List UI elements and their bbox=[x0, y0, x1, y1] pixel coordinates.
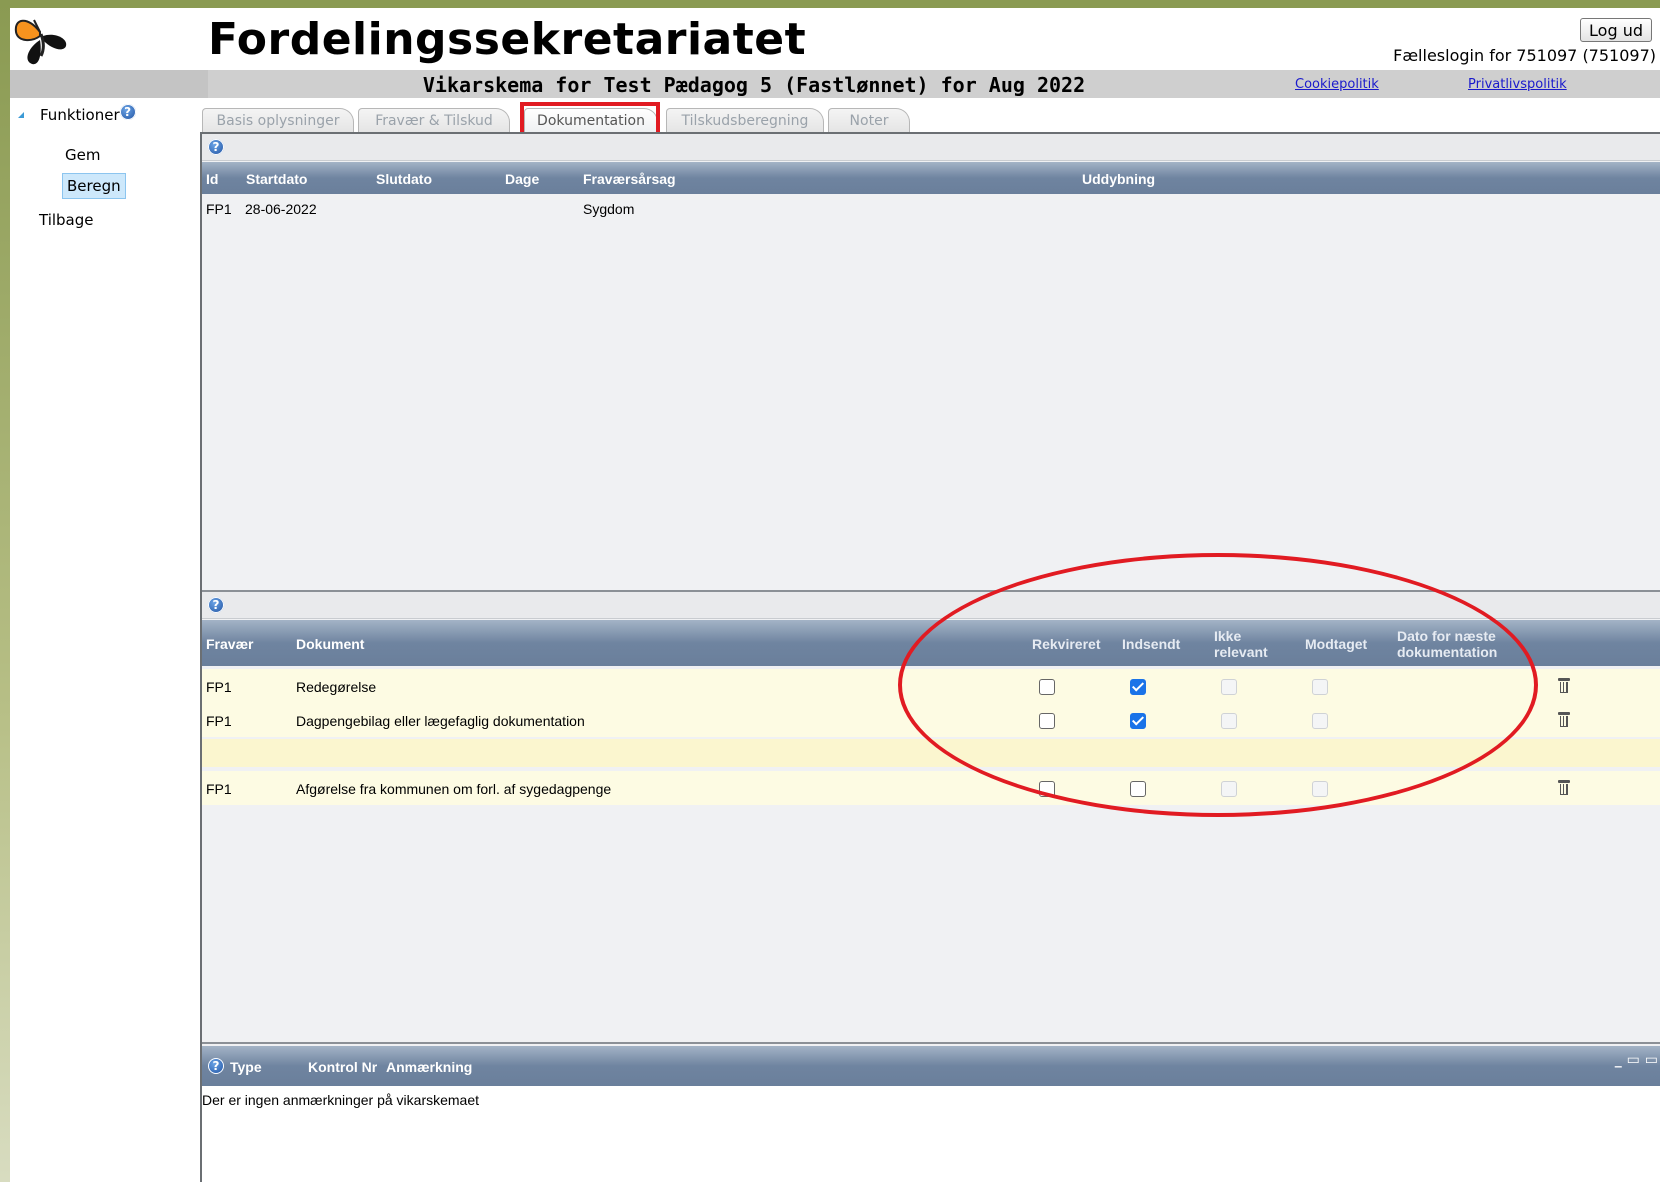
requested-checkbox[interactable] bbox=[1039, 781, 1055, 797]
butterfly-logo bbox=[14, 19, 67, 65]
help-icon[interactable]: ? bbox=[208, 1058, 224, 1074]
table-row[interactable]: FP1 Redegørelse bbox=[202, 669, 1660, 703]
logout-button[interactable]: Log ud bbox=[1580, 18, 1652, 42]
not-relevant-checkbox bbox=[1221, 713, 1237, 729]
col-rekvireret[interactable]: Rekvireret bbox=[1032, 636, 1101, 652]
col-anmaerkning[interactable]: Anmærkning bbox=[386, 1059, 472, 1075]
trash-icon[interactable] bbox=[1558, 712, 1570, 728]
main-panel: ? Id Startdato Slutdato Dage Fraværsårsa… bbox=[200, 132, 1660, 1182]
notes-body: Der er ingen anmærkninger på vikarskemae… bbox=[202, 1086, 1660, 1182]
absence-start: 28-06-2022 bbox=[245, 201, 317, 217]
not-relevant-checkbox bbox=[1221, 781, 1237, 797]
doc-absence: FP1 bbox=[206, 781, 232, 797]
received-checkbox bbox=[1312, 781, 1328, 797]
not-relevant-checkbox bbox=[1221, 679, 1237, 695]
sent-checkbox[interactable] bbox=[1130, 713, 1146, 729]
sidebar: Funktioner? Gem Beregn Tilbage bbox=[10, 100, 200, 500]
notes-grid-header: ? Type Kontrol Nr Anmærkning _ ▭ ▭ bbox=[202, 1046, 1660, 1086]
absence-toolbar: ? bbox=[202, 134, 1660, 161]
requested-checkbox[interactable] bbox=[1039, 679, 1055, 695]
doc-absence: FP1 bbox=[206, 713, 232, 729]
login-info: Fælleslogin for 751097 (751097) bbox=[1393, 46, 1656, 65]
table-row-spacer bbox=[202, 739, 1660, 767]
doc-name: Redegørelse bbox=[296, 679, 377, 695]
col-type[interactable]: Type bbox=[230, 1059, 262, 1075]
table-row[interactable]: FP1 28-06-2022 Sygdom bbox=[202, 196, 1660, 220]
col-ikke[interactable]: Ikke bbox=[1214, 628, 1241, 644]
col-fravaersarsag[interactable]: Fraværsårsag bbox=[583, 171, 676, 187]
sidebar-heading: Funktioner? bbox=[40, 104, 136, 124]
sidebar-item-gem[interactable]: Gem bbox=[65, 146, 100, 164]
sidebar-heading-label: Funktioner bbox=[40, 106, 120, 124]
received-checkbox bbox=[1312, 679, 1328, 695]
table-row[interactable]: FP1 Dagpengebilag eller lægefaglig dokum… bbox=[202, 703, 1660, 737]
tab-dokumentation[interactable]: Dokumentation bbox=[524, 108, 658, 133]
absence-id: FP1 bbox=[206, 201, 232, 217]
documents-toolbar: ? bbox=[202, 592, 1660, 619]
trash-icon[interactable] bbox=[1558, 678, 1570, 694]
col-indsendt[interactable]: Indsendt bbox=[1122, 636, 1180, 652]
absence-grid-header: Id Startdato Slutdato Dage Fraværsårsag … bbox=[202, 162, 1660, 194]
privacy-policy-link[interactable]: Privatlivspolitik bbox=[1468, 77, 1567, 92]
col-dato-for-naeste[interactable]: Dato for næste bbox=[1397, 628, 1496, 644]
sent-checkbox[interactable] bbox=[1130, 781, 1146, 797]
app-window: Fordelingssekretariatet Log ud Fælleslog… bbox=[10, 8, 1660, 1182]
doc-name: Dagpengebilag eller lægefaglig dokumenta… bbox=[296, 713, 585, 729]
app-title: Fordelingssekretariatet bbox=[208, 14, 807, 65]
tab-bar: Basis oplysninger Fravær & Tilskud Dokum… bbox=[198, 102, 1660, 136]
splitter[interactable] bbox=[202, 1042, 1660, 1044]
col-fravaer[interactable]: Fravær bbox=[206, 636, 253, 652]
doc-name: Afgørelse fra kommunen om forl. af syged… bbox=[296, 781, 612, 797]
documents-grid-header: Fravær Dokument Rekvireret Indsendt Ikke… bbox=[202, 620, 1660, 666]
absence-reason: Sygdom bbox=[583, 201, 635, 217]
header: Fordelingssekretariatet Log ud Fælleslog… bbox=[10, 8, 1660, 70]
col-relevant[interactable]: relevant bbox=[1214, 644, 1268, 660]
tab-fravaer-tilskud[interactable]: Fravær & Tilskud bbox=[358, 108, 510, 133]
tab-noter[interactable]: Noter bbox=[828, 108, 910, 133]
col-uddybning[interactable]: Uddybning bbox=[1082, 171, 1155, 187]
tab-tilskudsberegning[interactable]: Tilskudsberegning bbox=[666, 108, 824, 133]
col-kontrol-nr[interactable]: Kontrol Nr bbox=[308, 1059, 377, 1075]
subtitle-bar: Vikarskema for Test Pædagog 5 (Fastlønne… bbox=[10, 70, 1660, 98]
notes-empty-message: Der er ingen anmærkninger på vikarskemae… bbox=[202, 1092, 480, 1108]
window-controls[interactable]: _ ▭ ▭ bbox=[1615, 1052, 1658, 1068]
sidebar-item-beregn[interactable]: Beregn bbox=[62, 173, 126, 199]
received-checkbox bbox=[1312, 713, 1328, 729]
sent-checkbox[interactable] bbox=[1130, 679, 1146, 695]
requested-checkbox[interactable] bbox=[1039, 713, 1055, 729]
col-modtaget[interactable]: Modtaget bbox=[1305, 636, 1367, 652]
col-slutdato[interactable]: Slutdato bbox=[376, 171, 432, 187]
table-row[interactable]: FP1 Afgørelse fra kommunen om forl. af s… bbox=[202, 771, 1660, 805]
collapse-triangle-icon[interactable] bbox=[18, 112, 24, 118]
help-icon[interactable]: ? bbox=[208, 597, 224, 613]
page-title: Vikarskema for Test Pædagog 5 (Fastlønne… bbox=[422, 73, 1086, 97]
trash-icon[interactable] bbox=[1558, 780, 1570, 796]
tab-basis-oplysninger[interactable]: Basis oplysninger bbox=[202, 108, 354, 133]
col-dokumentation[interactable]: dokumentation bbox=[1397, 644, 1497, 660]
col-startdato[interactable]: Startdato bbox=[246, 171, 307, 187]
subtitle-bar-left bbox=[10, 70, 208, 98]
doc-absence: FP1 bbox=[206, 679, 232, 695]
col-id[interactable]: Id bbox=[206, 171, 218, 187]
col-dokument[interactable]: Dokument bbox=[296, 636, 364, 652]
cookie-policy-link[interactable]: Cookiepolitik bbox=[1295, 77, 1379, 92]
help-icon[interactable]: ? bbox=[208, 139, 224, 155]
sidebar-item-tilbage[interactable]: Tilbage bbox=[39, 211, 94, 229]
col-dage[interactable]: Dage bbox=[505, 171, 539, 187]
help-icon[interactable]: ? bbox=[119, 104, 136, 120]
